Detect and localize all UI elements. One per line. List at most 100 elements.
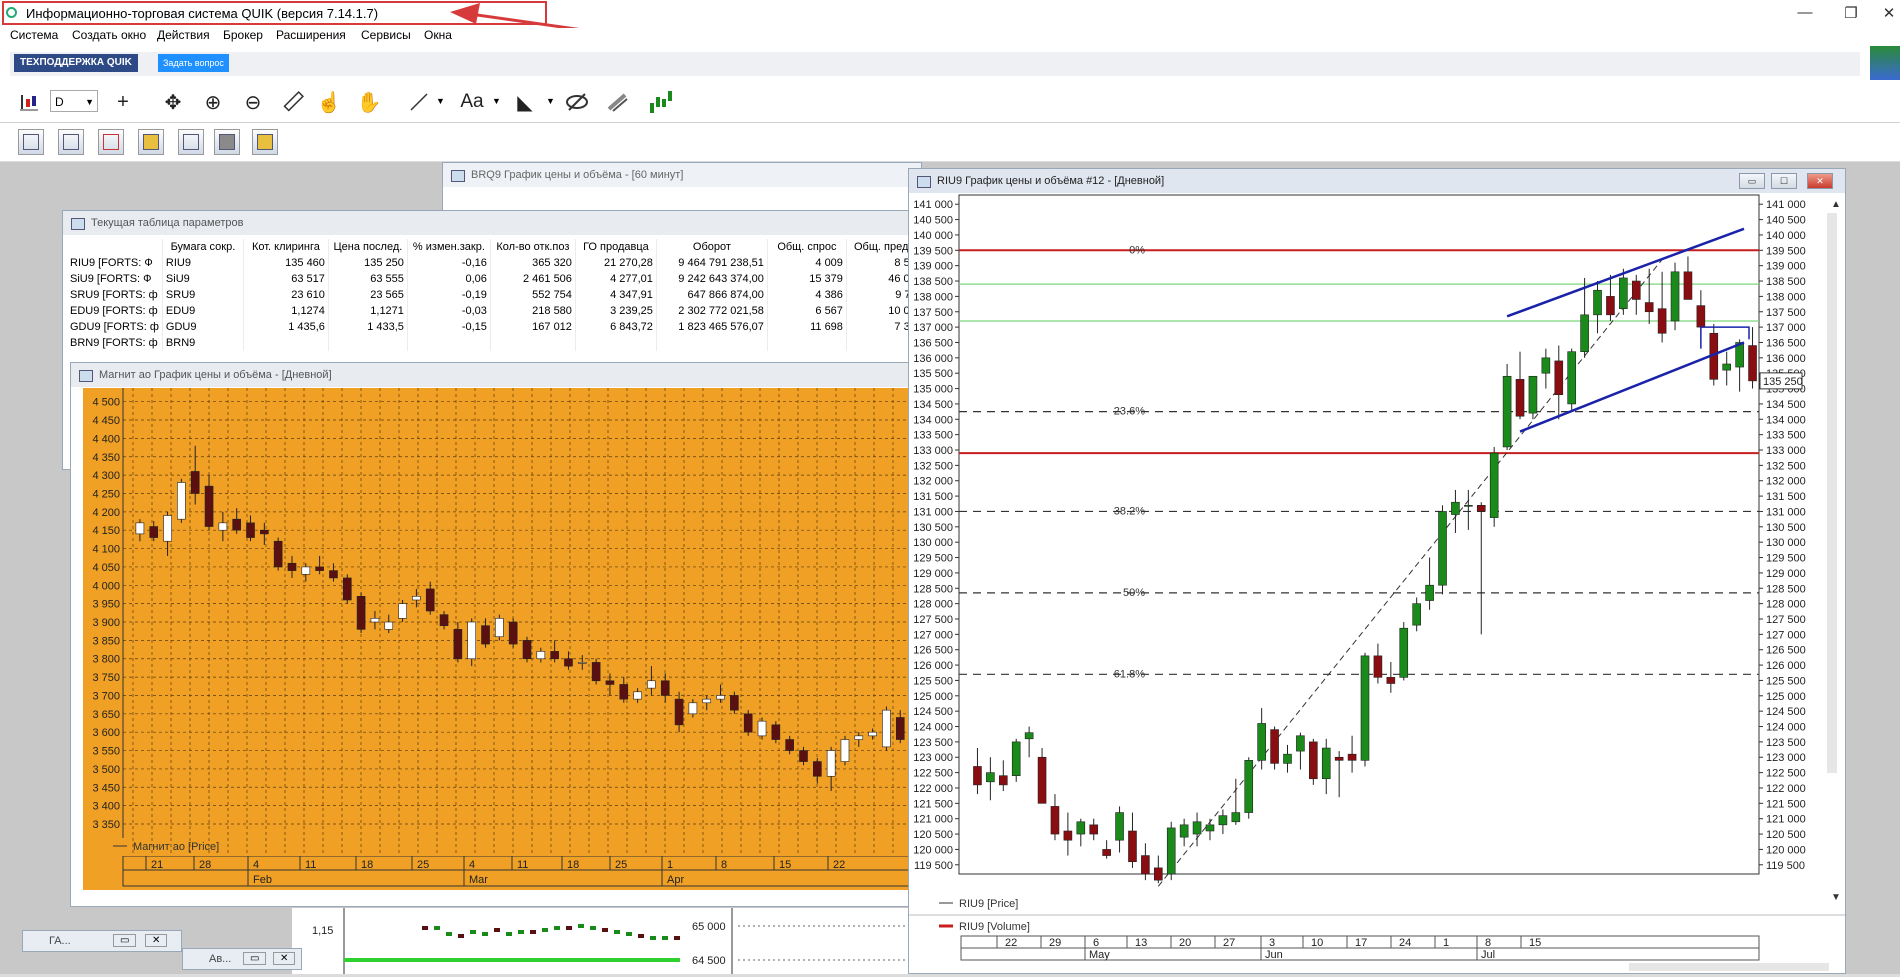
riu-close-button[interactable]: ✕ — [1807, 173, 1833, 189]
ask-question-button[interactable]: Задать вопрос — [158, 54, 229, 72]
table-cell[interactable]: 1,1271 — [328, 303, 408, 319]
column-header[interactable]: Цена послед. — [328, 239, 408, 255]
table-cell[interactable]: SiU9 [FORTS: Ф — [67, 271, 163, 287]
table-cell[interactable]: 4 277,01 — [575, 271, 657, 287]
table-cell[interactable]: -0,15 — [407, 319, 491, 335]
column-header[interactable] — [67, 239, 163, 255]
table-cell[interactable]: -0,16 — [407, 255, 491, 271]
money-icon[interactable] — [252, 129, 278, 155]
tables-icon[interactable] — [18, 129, 44, 155]
stop-orders-icon[interactable] — [98, 129, 124, 155]
move-icon[interactable]: ✥ — [160, 90, 186, 114]
table-cell[interactable]: RIU9 — [162, 255, 244, 271]
table-cell[interactable] — [243, 335, 329, 351]
chart-type-icon[interactable] — [16, 90, 42, 114]
table-cell[interactable] — [575, 335, 657, 351]
table-cell[interactable]: 2 302 772 021,58 — [656, 303, 768, 319]
minimized-window[interactable]: Ав... ▭ ✕ — [182, 948, 302, 970]
table-cell[interactable]: 4 009 — [767, 255, 847, 271]
hide-icon[interactable] — [564, 90, 590, 114]
table-cell[interactable]: 23 565 — [328, 287, 408, 303]
table-cell[interactable]: BRN9 [FORTS: ф — [67, 335, 163, 351]
column-header[interactable]: ГО продавца — [575, 239, 657, 255]
close-app-button[interactable]: ✕ — [1874, 4, 1900, 22]
minimized-window[interactable]: ГА... ▭ ✕ — [22, 930, 182, 952]
table-cell[interactable]: 21 270,28 — [575, 255, 657, 271]
crosshair-icon[interactable]: + — [110, 90, 136, 114]
table-row[interactable]: EDU9 [FORTS: ф EDU9 1,1274 1,1271 -0,03 218 5… — [67, 303, 926, 319]
table-cell[interactable]: 2 461 506 — [490, 271, 576, 287]
table-cell[interactable]: BRN9 — [162, 335, 244, 351]
table-cell[interactable]: -0,03 — [407, 303, 491, 319]
menu-create-window[interactable]: Создать окно — [72, 28, 146, 42]
indicator-icon[interactable] — [648, 90, 674, 114]
table-cell[interactable]: GDU9 — [162, 319, 244, 335]
menu-actions[interactable]: Действия — [157, 28, 210, 42]
table-cell[interactable]: -0,19 — [407, 287, 491, 303]
table-cell[interactable]: 1 435,6 — [243, 319, 329, 335]
table-cell[interactable]: 167 012 — [490, 319, 576, 335]
table-cell[interactable]: SRU9 — [162, 287, 244, 303]
table-cell[interactable]: SRU9 [FORTS: ф — [67, 287, 163, 303]
portfolio-icon[interactable] — [138, 129, 164, 155]
close-icon[interactable]: ✕ — [145, 934, 168, 947]
magnit-plot-area[interactable]: 4 500 4 450 4 400 4 350 4 300 4 250 4 200 4 150… — [83, 388, 921, 856]
hand-icon[interactable]: ☝ — [316, 90, 342, 114]
table-cell[interactable]: 11 698 — [767, 319, 847, 335]
briefcase-icon[interactable] — [214, 129, 240, 155]
table-cell[interactable] — [656, 335, 768, 351]
riu-minimize-button[interactable]: ▭ — [1739, 173, 1765, 189]
line-tool-icon[interactable] — [406, 90, 432, 114]
table-cell[interactable]: 1 823 465 576,07 — [656, 319, 768, 335]
trades-icon[interactable] — [178, 129, 204, 155]
table-cell[interactable]: RIU9 [FORTS: Ф — [67, 255, 163, 271]
orders-icon[interactable] — [58, 129, 84, 155]
table-cell[interactable]: 647 866 874,00 — [656, 287, 768, 303]
column-header[interactable]: Бумага сокр. — [162, 239, 244, 255]
fill-dropdown-icon[interactable]: ▼ — [546, 96, 555, 106]
minimize-button[interactable]: — — [1790, 4, 1820, 21]
table-cell[interactable]: 4 386 — [767, 287, 847, 303]
grab-hand-icon[interactable]: ✋ — [356, 90, 382, 114]
table-cell[interactable]: SiU9 — [162, 271, 244, 287]
menu-broker[interactable]: Брокер — [223, 28, 263, 42]
table-row[interactable]: RIU9 [FORTS: Ф RIU9 135 460 135 250 -0,16 365… — [67, 255, 926, 271]
column-header[interactable]: Кот. клиринга — [243, 239, 329, 255]
column-header[interactable]: Общ. спрос — [767, 239, 847, 255]
riu-window[interactable]: RIU9 График цены и объёма #12 - [Дневной… — [908, 168, 1846, 974]
table-cell[interactable]: 9 242 643 374,00 — [656, 271, 768, 287]
table-cell[interactable]: 135 250 — [328, 255, 408, 271]
table-cell[interactable]: 9 464 791 238,51 — [656, 255, 768, 271]
riu-window-title[interactable]: RIU9 График цены и объёма #12 - [Дневной… — [909, 169, 1845, 193]
table-cell[interactable]: 3 239,25 — [575, 303, 657, 319]
table-cell[interactable]: 365 320 — [490, 255, 576, 271]
riu-maximize-button[interactable]: ☐ — [1771, 173, 1797, 189]
table-row[interactable]: SiU9 [FORTS: Ф SiU9 63 517 63 555 0,06 2 461 … — [67, 271, 926, 287]
params-window-title[interactable]: Текущая таблица параметров — [63, 211, 941, 235]
column-header[interactable]: Кол-во отк.поз — [490, 239, 576, 255]
table-cell[interactable]: EDU9 — [162, 303, 244, 319]
close-icon[interactable]: ✕ — [273, 952, 296, 965]
table-cell[interactable]: 1,1274 — [243, 303, 329, 319]
magnit-window-title[interactable]: Магнит ао График цены и объёма - [Дневно… — [71, 363, 919, 387]
table-cell[interactable]: 135 460 — [243, 255, 329, 271]
ruler-icon[interactable] — [280, 90, 306, 114]
table-cell[interactable]: GDU9 [FORTS: ф — [67, 319, 163, 335]
column-header[interactable]: % измен.закр. — [407, 239, 491, 255]
table-row[interactable]: GDU9 [FORTS: ф GDU9 1 435,6 1 433,5 -0,15 167… — [67, 319, 926, 335]
table-cell[interactable]: 4 347,91 — [575, 287, 657, 303]
menu-windows[interactable]: Окна — [424, 28, 452, 42]
menu-extensions[interactable]: Расширения — [276, 28, 346, 42]
brq-window-title[interactable]: BRQ9 График цены и объёма - [60 минут] — [443, 163, 921, 187]
bottom-chart-window[interactable]: 1,15 65 000 64 500 — [292, 908, 910, 974]
table-cell[interactable]: EDU9 [FORTS: ф — [67, 303, 163, 319]
table-cell[interactable]: 15 379 — [767, 271, 847, 287]
restore-icon[interactable]: ▭ — [113, 934, 137, 947]
zoom-in-icon[interactable]: ⊕ — [200, 90, 226, 114]
minimized-window-title[interactable]: Ав... — [209, 953, 231, 965]
restore-icon[interactable]: ▭ — [243, 952, 267, 965]
minimized-window-title[interactable]: ГА... — [49, 935, 71, 947]
menu-system[interactable]: Система — [10, 28, 58, 42]
table-cell[interactable]: 218 580 — [490, 303, 576, 319]
table-cell[interactable]: 1 433,5 — [328, 319, 408, 335]
